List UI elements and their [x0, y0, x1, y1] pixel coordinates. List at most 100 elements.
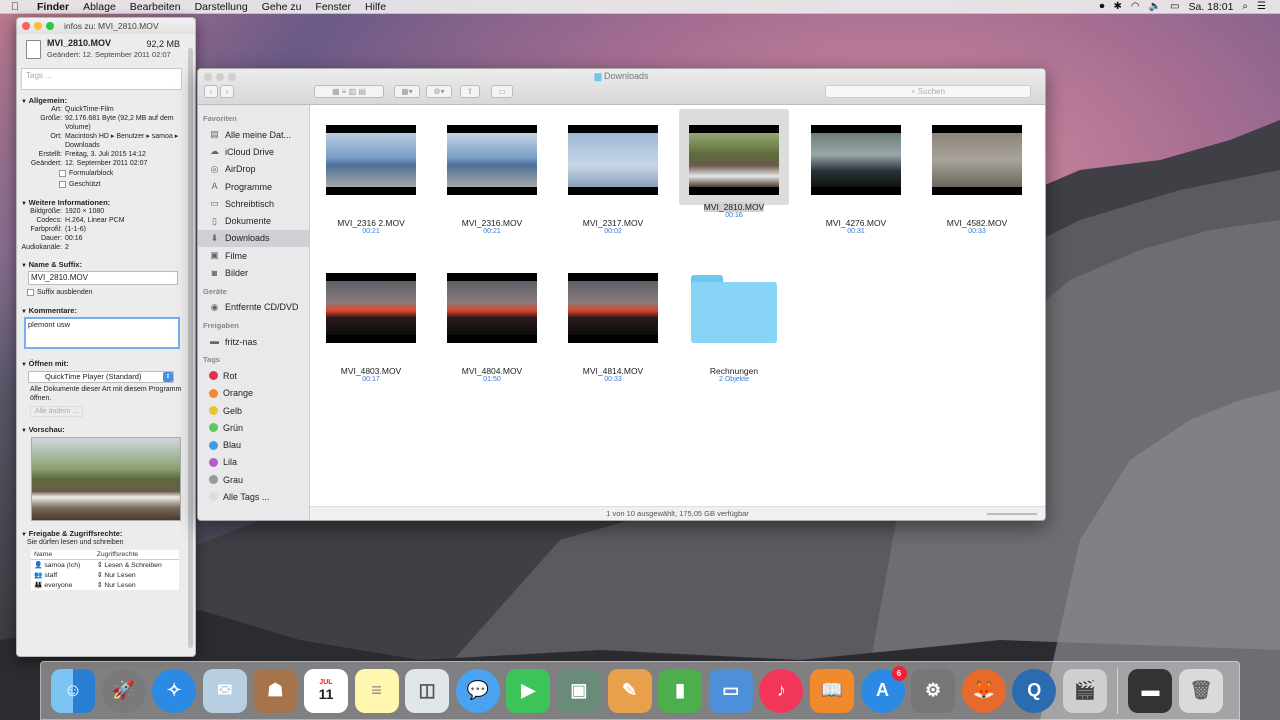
formularblock-checkbox[interactable] [59, 170, 66, 177]
sidebar-item-documents[interactable]: ▯ Dokumente [198, 212, 309, 229]
sidebar-tag-yellow[interactable]: Gelb [198, 402, 309, 419]
comments-textarea[interactable]: plemont usw [24, 317, 180, 349]
sidebar-item-remote-disc[interactable]: ◉ Entfernte CD/DVD [198, 299, 309, 316]
apple-menu-icon[interactable]:  [0, 1, 30, 13]
file-item[interactable]: MVI_2316 2.MOV 00:21 [316, 125, 426, 235]
sidebar-tag-purple[interactable]: Lila [198, 454, 309, 471]
launchpad-dock-icon[interactable]: 🚀 [101, 668, 146, 713]
finder-dock-icon[interactable]: ☺ [51, 668, 95, 713]
system-preferences-dock-icon[interactable]: ⚙ [911, 668, 956, 713]
tags-input[interactable]: Tags ... [21, 68, 182, 90]
sidebar-item-airdrop[interactable]: ◎ AirDrop [198, 161, 309, 178]
contacts-dock-icon[interactable]: ☗ [253, 668, 298, 713]
menu-ablage[interactable]: Ablage [76, 1, 123, 13]
file-item[interactable]: MVI_2317.MOV 00:02 [558, 125, 668, 235]
ibooks-dock-icon[interactable]: 📖 [809, 668, 854, 713]
notes-dock-icon[interactable]: ≡ [354, 668, 399, 713]
firefox-dock-icon[interactable]: 🦊 [961, 668, 1006, 713]
file-item[interactable]: MVI_4804.MOV 01:50 [437, 273, 547, 383]
close-button[interactable] [22, 22, 30, 30]
section-general-toggle[interactable]: Allgemein: [21, 96, 191, 105]
file-item-selected[interactable]: MVI_2810.MOV 00:16 [679, 109, 789, 219]
file-item[interactable]: MVI_4582.MOV 00:33 [922, 125, 1032, 235]
screen-record-icon[interactable]: ⏺ [1099, 1, 1104, 12]
notification-center-icon[interactable]: ☰ [1257, 1, 1266, 12]
info-scrollbar[interactable] [188, 48, 193, 648]
section-comments-toggle[interactable]: Kommentare: [21, 306, 191, 315]
table-row[interactable]: 👪 everyone ⇕ Nur Lesen [31, 580, 179, 590]
quicktime-dock-icon[interactable]: Q [1012, 668, 1057, 713]
sidebar-item-desktop[interactable]: ▭ Schreibtisch [198, 195, 309, 212]
menu-darstellung[interactable]: Darstellung [188, 1, 255, 13]
back-button[interactable]: ‹ [204, 85, 218, 98]
calendar-dock-icon[interactable]: JUL 11 [303, 668, 348, 713]
menu-hilfe[interactable]: Hilfe [358, 1, 393, 13]
sidebar-item-all-files[interactable]: ▤ Alle meine Dat... [198, 126, 309, 143]
file-item[interactable]: MVI_4276.MOV 00:31 [801, 125, 911, 235]
section-preview-toggle[interactable]: Vorschau: [21, 425, 191, 434]
search-input[interactable]: ⌕ Suchen [825, 85, 1031, 98]
arrange-button[interactable]: ▦▾ [394, 85, 420, 98]
keynote-dock-icon[interactable]: ▭ [708, 668, 753, 713]
sidebar-all-tags[interactable]: Alle Tags ... [198, 488, 309, 505]
bluetooth-icon[interactable]: ✱ [1113, 1, 1121, 12]
sidebar-tag-gray[interactable]: Grau [198, 471, 309, 488]
sidebar-item-pictures[interactable]: ◙ Bilder [198, 264, 309, 281]
hide-suffix-checkbox[interactable] [27, 289, 34, 296]
sidebar-item-applications[interactable]: A Programme [198, 178, 309, 195]
menu-gehe-zu[interactable]: Gehe zu [255, 1, 309, 13]
locked-checkbox[interactable] [59, 181, 66, 188]
sidebar-tag-green[interactable]: Grün [198, 419, 309, 436]
iphoto-dock-icon[interactable]: ▣ [556, 668, 601, 713]
itunes-dock-icon[interactable]: ♪ [759, 668, 804, 713]
section-sharing-toggle[interactable]: Freigabe & Zugriffsrechte: [21, 529, 191, 538]
menu-app-finder[interactable]: Finder [30, 1, 76, 13]
file-item[interactable]: MVI_4803.MOV 00:17 [316, 273, 426, 383]
table-row[interactable]: 👥 staff ⇕ Nur Lesen [31, 570, 179, 580]
volume-icon[interactable]: 🔈 [1149, 1, 1161, 12]
safari-dock-icon[interactable]: ✧ [152, 668, 197, 713]
folder-item[interactable]: Rechnungen 2 Objekte [679, 273, 789, 383]
menu-bearbeiten[interactable]: Bearbeiten [123, 1, 188, 13]
section-more-info-toggle[interactable]: Weitere Informationen: [21, 198, 191, 207]
mail-eagle-dock-icon[interactable]: ✉ [202, 668, 247, 713]
messages-dock-icon[interactable]: 💬 [455, 668, 500, 713]
photo-booth-dock-icon[interactable]: 🎬 [1062, 668, 1107, 713]
info-titlebar[interactable]: infos zu: MVI_2810.MOV [17, 18, 195, 34]
facetime-dock-icon[interactable]: ▶ [506, 668, 551, 713]
wifi-icon[interactable]: ◠ [1131, 1, 1140, 12]
share-button[interactable]: ⇪ [460, 85, 480, 98]
sidebar-item-downloads[interactable]: ⬇ Downloads [198, 229, 309, 248]
spotlight-search-icon[interactable]: ⌕ [1242, 1, 1248, 12]
sidebar-item-icloud[interactable]: ☁ iCloud Drive [198, 143, 309, 160]
zoom-button[interactable] [46, 22, 54, 30]
pages-dock-icon[interactable]: ✎ [607, 668, 652, 713]
minimize-button[interactable] [34, 22, 42, 30]
app-store-dock-icon[interactable]: A6 [860, 665, 907, 713]
trash-dock-icon[interactable]: 🗑 [1179, 668, 1224, 713]
icon-size-slider[interactable] [987, 513, 1037, 515]
tag-button[interactable]: ▭ [491, 85, 513, 98]
forward-button[interactable]: › [220, 85, 234, 98]
preview-dock-icon[interactable]: ◫ [405, 668, 450, 713]
change-all-button[interactable]: Alle ändern ... [30, 406, 84, 417]
menu-clock[interactable]: Sa. 18:01 [1188, 1, 1233, 13]
downloads-stack-dock-icon[interactable]: ▬ [1128, 668, 1173, 713]
sidebar-tag-blue[interactable]: Blau [198, 436, 309, 453]
sidebar-item-fritz-nas[interactable]: ▬ fritz-nas [198, 333, 309, 350]
open-with-select[interactable]: QuickTime Player (Standard) ⇕ [28, 371, 174, 383]
section-open-with-toggle[interactable]: Öffnen mit: [21, 359, 191, 368]
table-row[interactable]: 👤 samoa (Ich) ⇕ Lesen & Schreiben [31, 560, 179, 571]
name-field[interactable]: MVI_2810.MOV [28, 271, 178, 285]
file-item[interactable]: MVI_2316.MOV 00:21 [437, 125, 547, 235]
sidebar-tag-red[interactable]: Rot [198, 367, 309, 384]
numbers-dock-icon[interactable]: ▮ [658, 668, 703, 713]
perm-group-rights[interactable]: Nur Lesen [104, 572, 135, 579]
view-mode-buttons[interactable]: ▦ ≡ ▥ ▤ [314, 85, 384, 98]
file-item[interactable]: MVI_4814.MOV 00:33 [558, 273, 668, 383]
perm-user-rights[interactable]: Lesen & Schreiben [104, 562, 161, 569]
menu-fenster[interactable]: Fenster [308, 1, 358, 13]
sidebar-tag-orange[interactable]: Orange [198, 385, 309, 402]
battery-icon[interactable]: ▭ [1170, 1, 1179, 12]
action-gear-button[interactable]: ⚙▾ [426, 85, 452, 98]
